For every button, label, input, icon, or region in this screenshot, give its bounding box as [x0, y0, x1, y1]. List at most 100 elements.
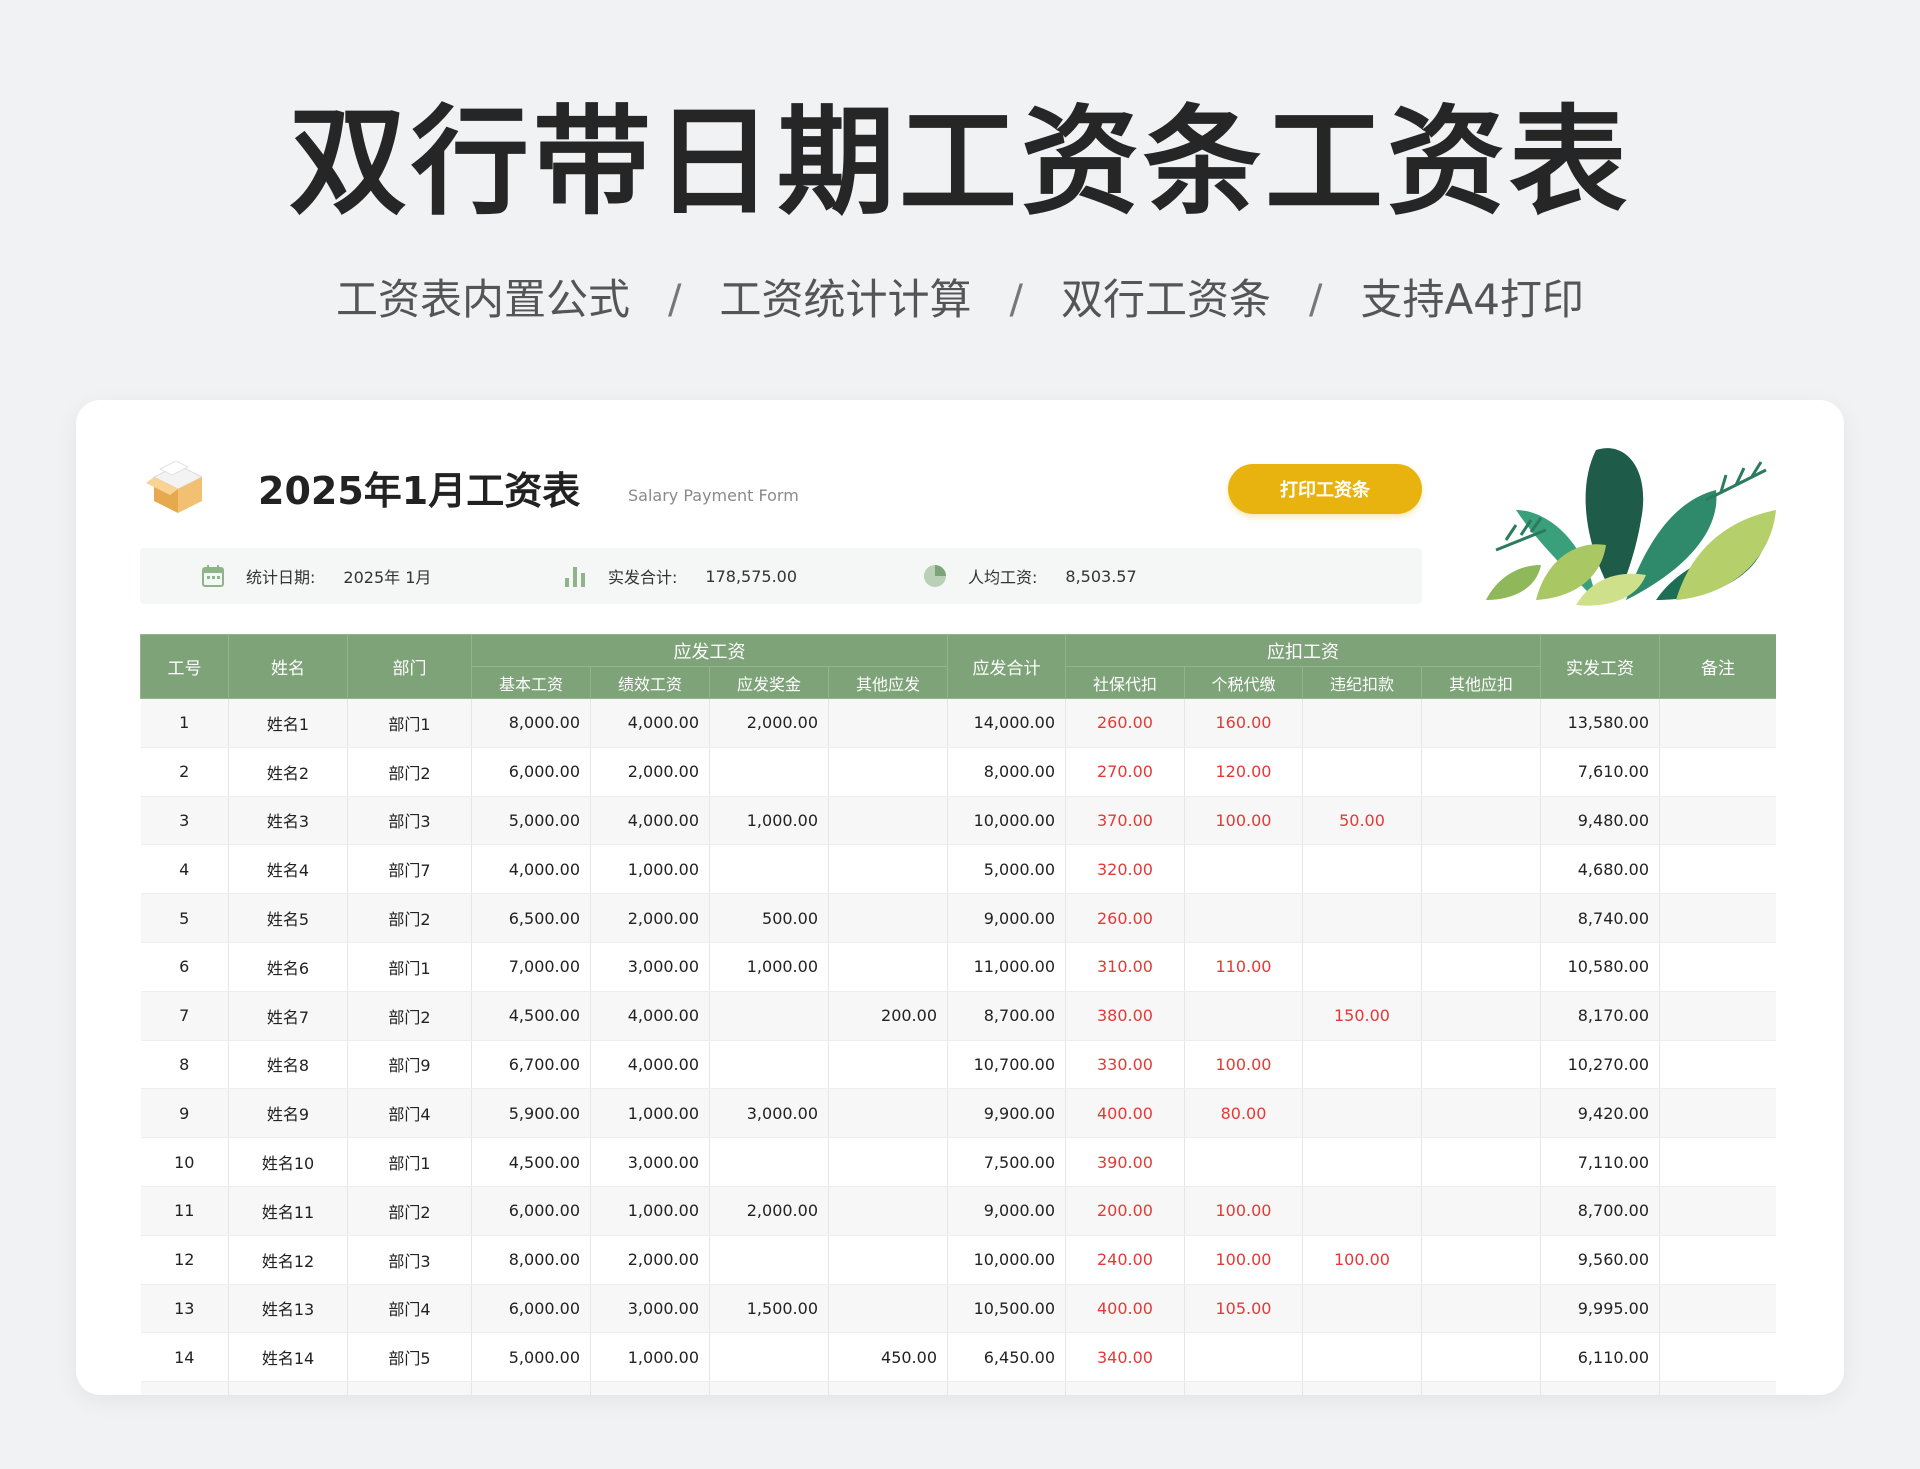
header-payable-group[interactable]: 应发工资: [471, 634, 948, 667]
cell-performance[interactable]: 2,000.00: [590, 747, 710, 797]
cell-id[interactable]: 14: [140, 1332, 229, 1383]
cell-base[interactable]: 6,500.00: [471, 893, 591, 943]
cell-other-deduct[interactable]: [1421, 844, 1541, 895]
header-deduct-group[interactable]: 应扣工资: [1065, 634, 1541, 667]
cell-penalty[interactable]: [1302, 747, 1422, 797]
cell-other-payable[interactable]: [828, 844, 948, 895]
cell-remark[interactable]: [1659, 1284, 1776, 1334]
cell-payable-total[interactable]: [947, 1381, 1066, 1395]
table-row[interactable]: 8 姓名8 部门9 6,700.00 4,000.00 10,700.00 330.00 10…: [140, 1040, 1776, 1090]
cell-social[interactable]: 330.00: [1065, 1040, 1185, 1090]
cell-tax[interactable]: 105.00: [1184, 1284, 1303, 1334]
cell-bonus[interactable]: [709, 1040, 829, 1090]
cell-dept[interactable]: 部门1: [347, 1137, 472, 1187]
cell-id[interactable]: 11: [140, 1186, 229, 1236]
cell-id[interactable]: 6: [140, 942, 229, 992]
cell-tax[interactable]: 160.00: [1184, 698, 1303, 748]
cell-social[interactable]: 380.00: [1065, 991, 1185, 1041]
cell-net[interactable]: 9,480.00: [1540, 796, 1660, 846]
cell-other-payable[interactable]: [828, 747, 948, 797]
cell-base[interactable]: 6,000.00: [471, 1186, 591, 1236]
cell-name[interactable]: 姓名3: [228, 796, 348, 846]
cell-other-deduct[interactable]: [1421, 1088, 1541, 1139]
cell-bonus[interactable]: 1,000.00: [709, 796, 829, 846]
cell-other-payable[interactable]: [828, 1381, 948, 1395]
cell-bonus[interactable]: [709, 1332, 829, 1383]
cell-id[interactable]: 2: [140, 747, 229, 797]
cell-name[interactable]: 姓名8: [228, 1040, 348, 1090]
cell-other-deduct[interactable]: [1421, 893, 1541, 943]
cell-penalty[interactable]: [1302, 893, 1422, 943]
header-other-deduct[interactable]: 其他应扣: [1421, 666, 1541, 699]
cell-remark[interactable]: [1659, 698, 1776, 748]
cell-net[interactable]: 8,170.00: [1540, 991, 1660, 1041]
cell-bonus[interactable]: [709, 1235, 829, 1285]
cell-social[interactable]: 320.00: [1065, 844, 1185, 895]
cell-name[interactable]: 姓名6: [228, 942, 348, 992]
cell-tax[interactable]: [1184, 1332, 1303, 1383]
cell-other-payable[interactable]: 200.00: [828, 991, 948, 1041]
cell-remark[interactable]: [1659, 747, 1776, 797]
cell-remark[interactable]: [1659, 893, 1776, 943]
cell-bonus[interactable]: [709, 1137, 829, 1187]
cell-net[interactable]: 9,420.00: [1540, 1088, 1660, 1139]
cell-dept[interactable]: 部门2: [347, 1186, 472, 1236]
cell-dept[interactable]: 部门1: [347, 942, 472, 992]
cell-base[interactable]: 4,500.00: [471, 1137, 591, 1187]
cell-dept[interactable]: 部门5: [347, 1332, 472, 1383]
cell-performance[interactable]: 1,000.00: [590, 844, 710, 895]
cell-penalty[interactable]: 150.00: [1302, 991, 1422, 1041]
cell-social[interactable]: 200.00: [1065, 1186, 1185, 1236]
table-row[interactable]: 13 姓名13 部门4 6,000.00 3,000.00 1,500.00 10,500.…: [140, 1284, 1776, 1334]
cell-dept[interactable]: 部门2: [347, 893, 472, 943]
cell-base[interactable]: 5,900.00: [471, 1088, 591, 1139]
cell-dept[interactable]: 部门4: [347, 1088, 472, 1139]
cell-penalty[interactable]: [1302, 1040, 1422, 1090]
cell-payable-total[interactable]: 9,000.00: [947, 1186, 1066, 1236]
cell-payable-total[interactable]: 9,900.00: [947, 1088, 1066, 1139]
cell-penalty[interactable]: [1302, 698, 1422, 748]
cell-payable-total[interactable]: 5,000.00: [947, 844, 1066, 895]
cell-social[interactable]: 260.00: [1065, 698, 1185, 748]
table-row[interactable]: 4 姓名4 部门7 4,000.00 1,000.00 5,000.00 320.00 4,6…: [140, 844, 1776, 895]
cell-net[interactable]: 7,110.00: [1540, 1137, 1660, 1187]
cell-social[interactable]: 400.00: [1065, 1284, 1185, 1334]
header-dept[interactable]: 部门: [347, 634, 472, 699]
cell-tax[interactable]: 100.00: [1184, 1186, 1303, 1236]
cell-remark[interactable]: [1659, 1137, 1776, 1187]
table-row[interactable]: 7 姓名7 部门2 4,500.00 4,000.00 200.00 8,700.00 380…: [140, 991, 1776, 1041]
header-other-payable[interactable]: 其他应发: [828, 666, 948, 699]
cell-id[interactable]: 7: [140, 991, 229, 1041]
cell-tax[interactable]: 100.00: [1184, 1235, 1303, 1285]
header-penalty[interactable]: 违纪扣款: [1302, 666, 1422, 699]
cell-other-payable[interactable]: [828, 796, 948, 846]
cell-name[interactable]: 姓名9: [228, 1088, 348, 1139]
cell-remark[interactable]: [1659, 796, 1776, 846]
cell-base[interactable]: 6,000.00: [471, 747, 591, 797]
cell-payable-total[interactable]: 7,500.00: [947, 1137, 1066, 1187]
cell-social[interactable]: [1065, 1381, 1185, 1395]
header-payable-total[interactable]: 应发合计: [947, 634, 1066, 699]
cell-other-payable[interactable]: [828, 698, 948, 748]
cell-base[interactable]: 6,000.00: [471, 1284, 591, 1334]
header-bonus[interactable]: 应发奖金: [709, 666, 829, 699]
cell-penalty[interactable]: 100.00: [1302, 1235, 1422, 1285]
cell-bonus[interactable]: [709, 1381, 829, 1395]
table-row[interactable]: 10 姓名10 部门1 4,500.00 3,000.00 7,500.00 390.00 7…: [140, 1137, 1776, 1187]
cell-other-payable[interactable]: [828, 1088, 948, 1139]
cell-net[interactable]: 10,270.00: [1540, 1040, 1660, 1090]
cell-name[interactable]: 姓名10: [228, 1137, 348, 1187]
cell-remark[interactable]: [1659, 1040, 1776, 1090]
cell-penalty[interactable]: [1302, 1332, 1422, 1383]
cell-bonus[interactable]: 2,000.00: [709, 698, 829, 748]
cell-tax[interactable]: [1184, 991, 1303, 1041]
cell-name[interactable]: [228, 1381, 348, 1395]
cell-net[interactable]: [1540, 1381, 1660, 1395]
cell-other-payable[interactable]: [828, 893, 948, 943]
cell-other-deduct[interactable]: [1421, 1332, 1541, 1383]
cell-social[interactable]: 370.00: [1065, 796, 1185, 846]
header-performance[interactable]: 绩效工资: [590, 666, 710, 699]
cell-performance[interactable]: 4,000.00: [590, 796, 710, 846]
cell-remark[interactable]: [1659, 1332, 1776, 1383]
cell-other-payable[interactable]: [828, 1040, 948, 1090]
